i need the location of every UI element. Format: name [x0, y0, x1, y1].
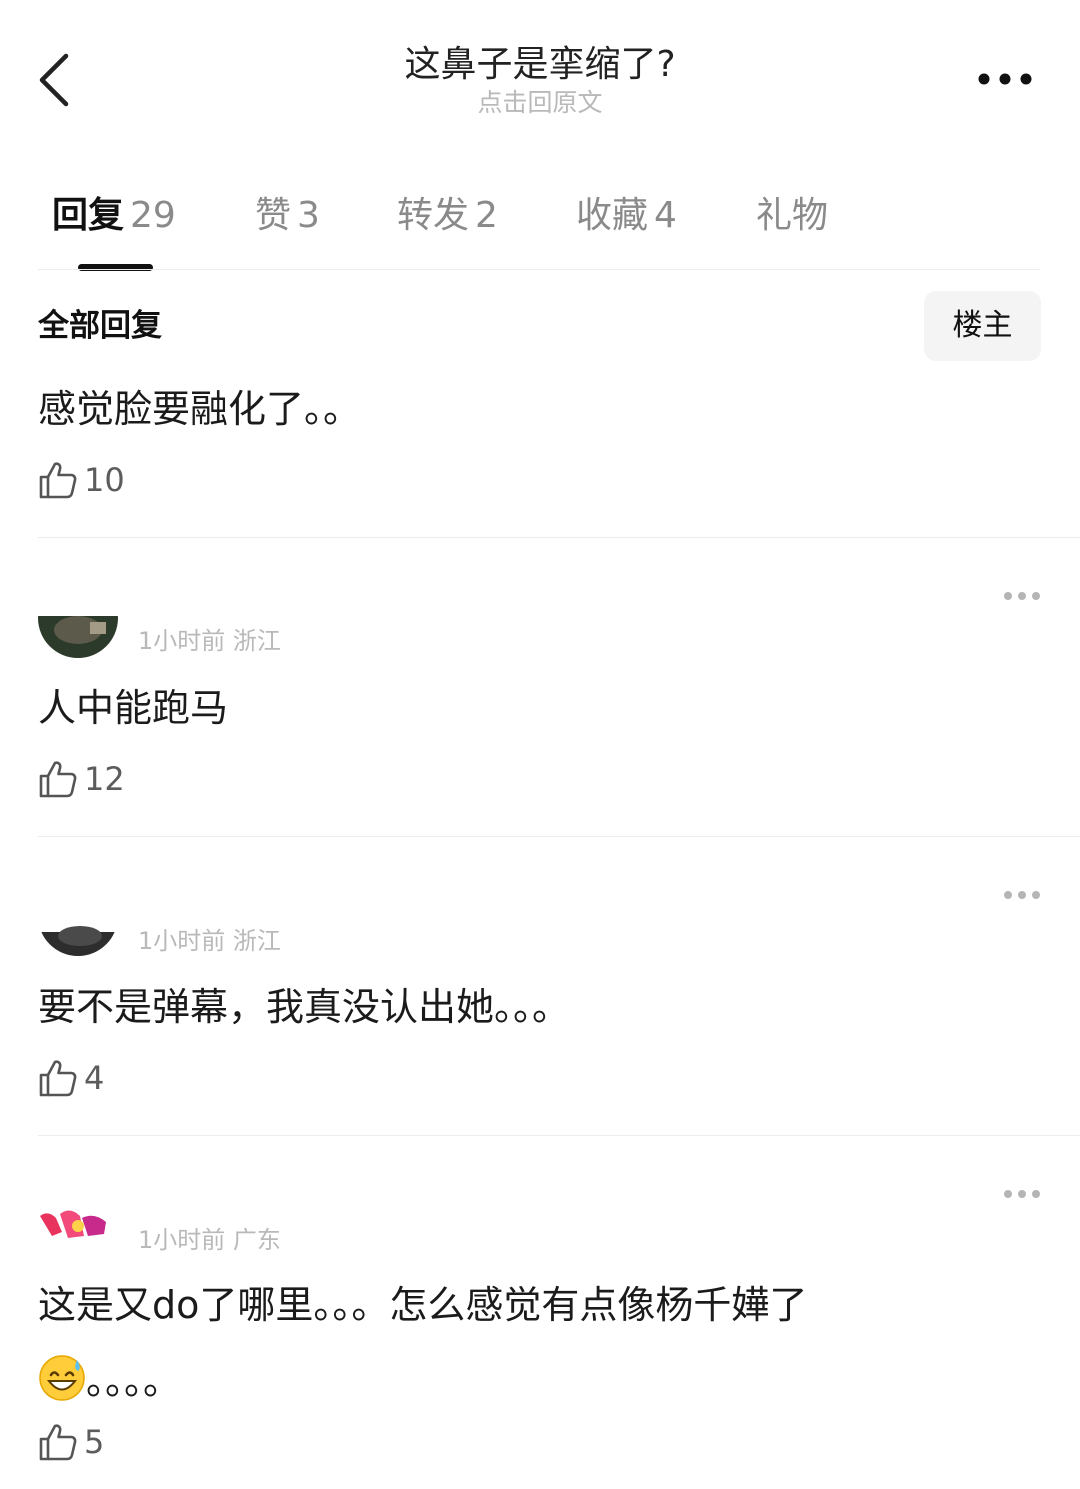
- comment-divider: [38, 537, 1080, 538]
- all-replies-label: 全部回复: [38, 308, 162, 344]
- thumbs-up-icon: [39, 1424, 77, 1461]
- tab-likes[interactable]: 赞3: [255, 190, 320, 242]
- like-button[interactable]: 10: [38, 459, 125, 501]
- avatar-image: [38, 1176, 118, 1256]
- like-count: 10: [84, 461, 125, 499]
- like-count: 5: [84, 1423, 105, 1461]
- like-count: 4: [84, 1059, 105, 1097]
- like-count: 12: [84, 760, 125, 798]
- thumbs-up-icon: [39, 761, 77, 798]
- like-button[interactable]: 12: [38, 758, 125, 800]
- op-only-button[interactable]: 楼主: [924, 291, 1041, 361]
- tab-favorites[interactable]: 收藏 4: [576, 190, 677, 242]
- more-horizontal-icon[interactable]: [1002, 590, 1042, 602]
- back-to-original-link[interactable]: 点击回原文: [240, 86, 840, 120]
- tab-favorites-count: 4: [654, 195, 677, 236]
- avatar[interactable]: [38, 876, 118, 956]
- tab-likes-label: 赞: [255, 195, 292, 236]
- thumbs-up-icon: [39, 1060, 77, 1097]
- comment-text: 感觉脸要融化了。。: [38, 387, 362, 431]
- back-icon[interactable]: [36, 52, 76, 108]
- avatar[interactable]: [38, 1176, 118, 1256]
- post-title: 这鼻子是挛缩了?: [404, 44, 676, 85]
- comment-meta: 1小时前 浙江: [138, 627, 281, 655]
- comment-text-continued: 。。。。: [38, 1354, 181, 1408]
- more-horizontal-icon[interactable]: [1002, 889, 1042, 901]
- avatar-image: [38, 578, 118, 658]
- tab-replies-label: 回复: [52, 195, 125, 236]
- tabs-divider: [38, 269, 1040, 270]
- like-button[interactable]: 4: [38, 1057, 104, 1099]
- tab-reposts[interactable]: 转发 2: [397, 190, 498, 242]
- grinning-sweat-emoji: [39, 1355, 85, 1401]
- tab-gifts[interactable]: 礼物: [756, 190, 828, 242]
- comment-meta: 1小时前 广东: [138, 1226, 281, 1254]
- tab-replies-count: 29: [130, 195, 176, 236]
- thumbs-up-icon: [39, 462, 77, 499]
- tab-reposts-label: 转发: [397, 195, 470, 236]
- avatar[interactable]: [38, 578, 118, 658]
- comment-text: 人中能跑马: [38, 686, 229, 730]
- comment-meta: 1小时前 浙江: [138, 927, 281, 955]
- tab-gifts-label: 礼物: [756, 195, 829, 236]
- comment-divider: [38, 836, 1080, 837]
- comment-text-tail: 。。。。: [86, 1359, 182, 1403]
- comment-text: 要不是弹幕，我真没认出她。。。: [38, 985, 571, 1029]
- tab-likes-count: 3: [297, 195, 320, 236]
- tab-replies[interactable]: 回复 29: [52, 190, 176, 242]
- like-button[interactable]: 5: [38, 1421, 104, 1463]
- tab-reposts-count: 2: [475, 195, 498, 236]
- more-horizontal-icon[interactable]: [1002, 1188, 1042, 1200]
- more-horizontal-icon[interactable]: [976, 66, 1034, 92]
- avatar-image: [38, 876, 118, 956]
- comment-divider: [38, 1135, 1080, 1136]
- tab-favorites-label: 收藏: [576, 195, 649, 236]
- comment-text: 这是又do了哪里。。。怎么感觉有点像杨千嬅了: [38, 1283, 808, 1327]
